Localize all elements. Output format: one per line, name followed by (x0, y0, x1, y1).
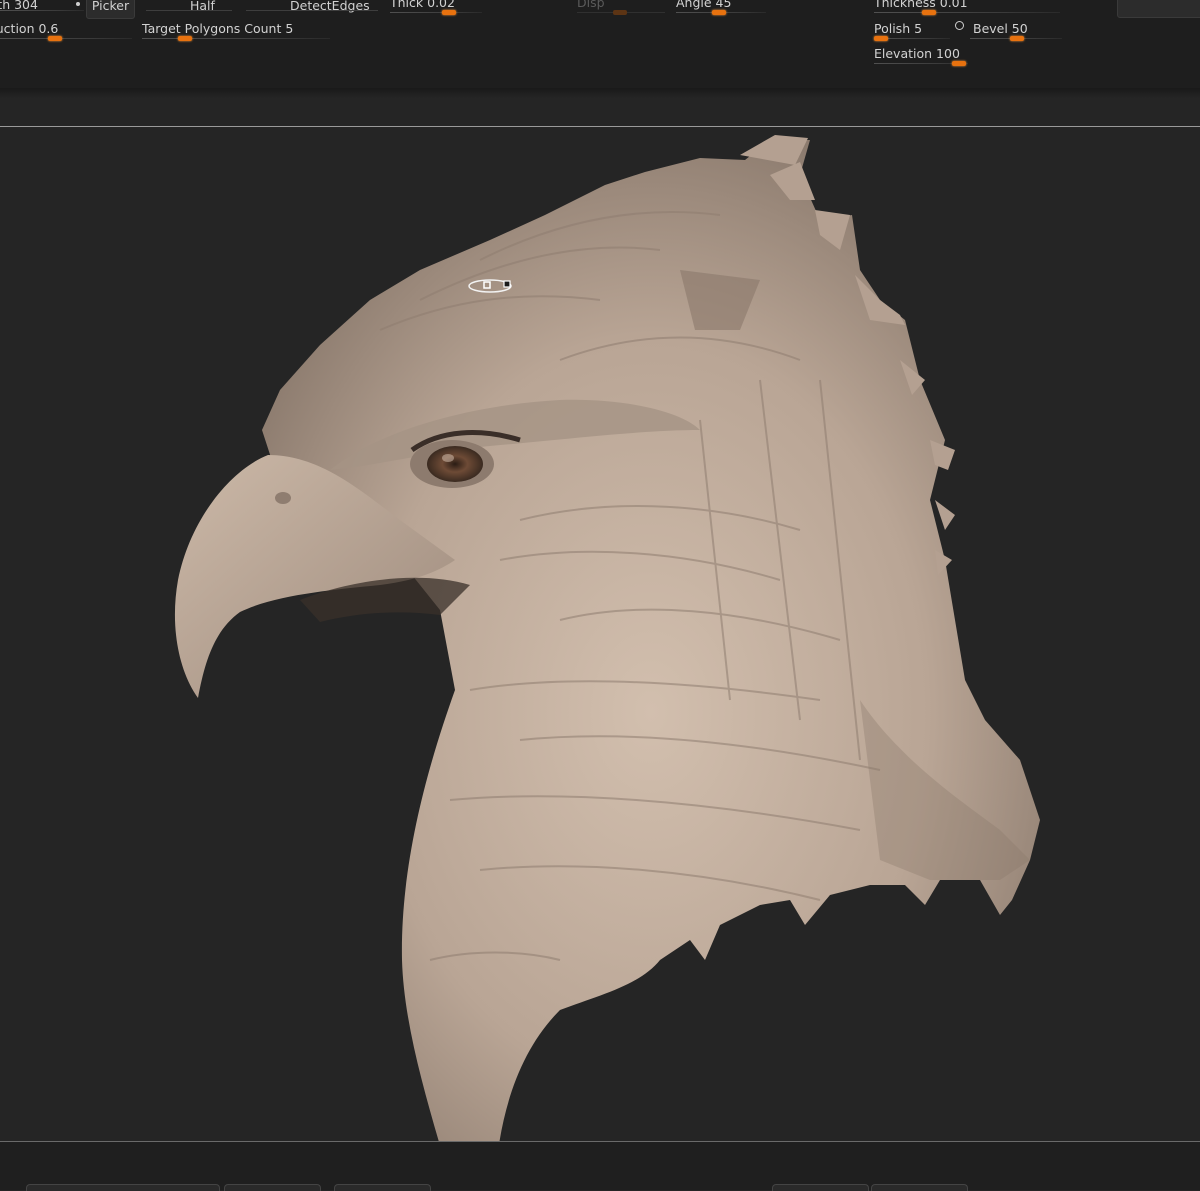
detect-edges-divider-line (246, 10, 378, 11)
thick-slider-track (390, 12, 482, 13)
half-divider-line (146, 10, 232, 11)
disp-slider[interactable] (577, 0, 665, 15)
reduction-slider-knob[interactable] (48, 36, 62, 41)
picker-button[interactable]: Picker (86, 0, 135, 19)
polish-slider[interactable] (874, 26, 950, 41)
thick-slider-knob[interactable] (442, 10, 456, 15)
angle-slider-knob[interactable] (712, 10, 726, 15)
thick-slider[interactable] (390, 0, 482, 15)
angle-slider[interactable] (676, 0, 766, 15)
bevel-slider-knob[interactable] (1010, 36, 1024, 41)
thickness-slider-knob[interactable] (922, 10, 936, 15)
half-divider (146, 0, 232, 12)
detect-edges-divider (246, 0, 378, 12)
target-polygons-slider[interactable] (142, 26, 330, 41)
target-polygons-slider-knob[interactable] (178, 36, 192, 41)
length-slider-track (0, 10, 84, 11)
bevel-radio[interactable] (955, 21, 964, 30)
bevel-slider[interactable] (970, 26, 1062, 41)
target-polygons-slider-track (142, 38, 330, 39)
polish-slider-knob[interactable] (874, 36, 888, 41)
disp-slider-knob[interactable] (613, 10, 627, 15)
top-toolbar: Length 304 Picker Half DetectEdges Thick… (0, 0, 1200, 89)
thickness-slider-track (874, 12, 1060, 13)
reduction-slider[interactable] (0, 26, 132, 41)
viewport-frame (0, 126, 1200, 1142)
elevation-slider[interactable] (874, 51, 968, 66)
top-right-panel-button[interactable] (1117, 0, 1200, 18)
toolbar-shadow (0, 88, 1200, 98)
elevation-slider-knob[interactable] (952, 61, 966, 66)
bottom-toolbar (0, 1142, 1200, 1191)
length-slider[interactable] (0, 0, 84, 12)
reduction-slider-track (0, 38, 132, 39)
thickness-slider[interactable] (874, 0, 1060, 15)
